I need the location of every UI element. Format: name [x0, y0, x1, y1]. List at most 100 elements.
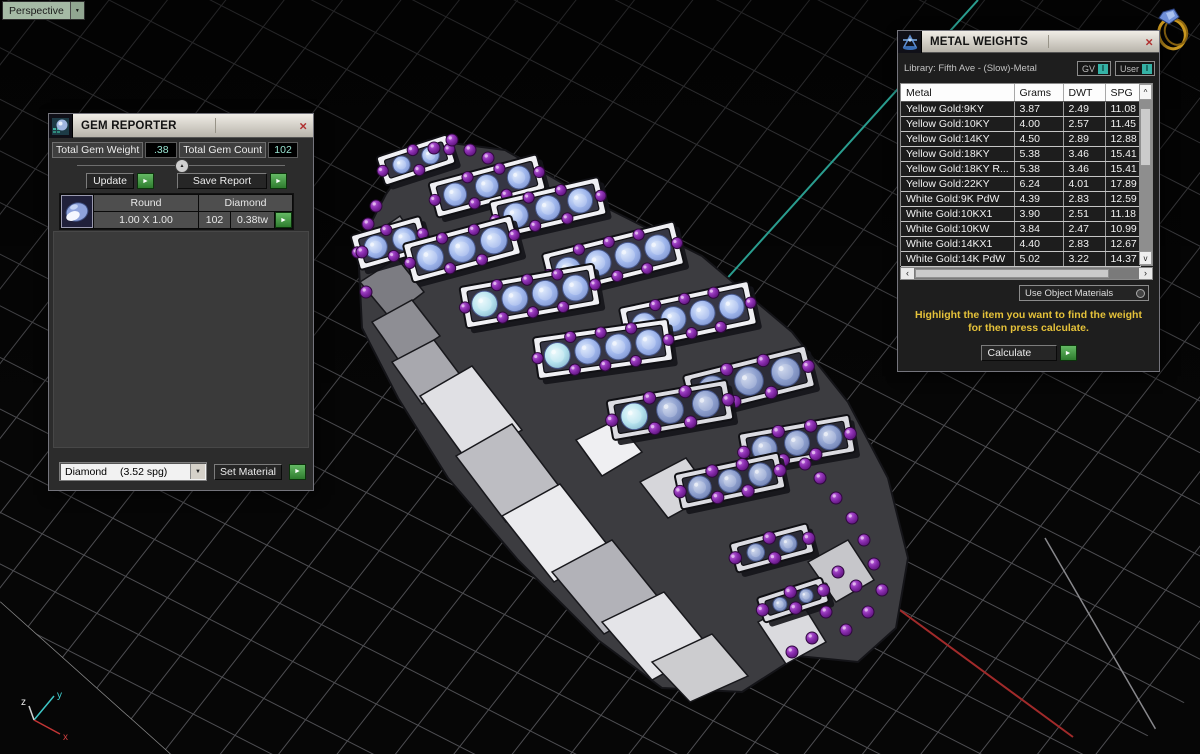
use-object-materials-label: Use Object Materials	[1025, 287, 1114, 299]
gem-size-cell: 1.00 X 1.00	[94, 212, 198, 228]
viewport[interactable]: Perspective ▼ y x z GEM REPORTER × Total…	[0, 0, 1200, 754]
cell-spg: 11.18	[1105, 206, 1141, 222]
update-run-icon[interactable]: ►	[137, 173, 154, 189]
panel-title: METAL WEIGHTS	[930, 35, 1029, 48]
close-icon[interactable]: ×	[299, 119, 307, 132]
cell-spg: 14.37	[1105, 251, 1141, 267]
save-report-run-icon[interactable]: ►	[270, 173, 287, 189]
collapse-handle[interactable]: ▲	[175, 159, 189, 173]
gv-toggle-indicator: I	[1097, 63, 1108, 74]
cell-spg: 17.89	[1105, 176, 1141, 192]
total-gem-weight-label: Total Gem Weight	[52, 142, 144, 158]
gem-reporter-titlebar[interactable]: GEM REPORTER ×	[49, 114, 313, 138]
col-spg: SPG	[1105, 84, 1141, 102]
vertical-scroll-track[interactable]	[1139, 100, 1152, 251]
close-icon[interactable]: ×	[1145, 35, 1153, 48]
cell-metal: Yellow Gold:10KY	[901, 116, 1015, 132]
gem-thumbnail	[61, 195, 93, 228]
horizontal-scrollbar[interactable]: ‹ ›	[900, 267, 1153, 280]
update-button[interactable]: Update	[86, 173, 134, 189]
cell-grams: 3.84	[1014, 221, 1064, 237]
axis-x-label: x	[63, 732, 68, 743]
total-gem-weight-value: .38	[145, 142, 178, 158]
table-row[interactable]: Yellow Gold:18KY R... 5.38 3.46 15.41	[901, 161, 1141, 177]
metal-weights-panel: METAL WEIGHTS × Library: Fifth Ave - (Sl…	[897, 30, 1160, 372]
table-row[interactable]: White Gold:10KX1 3.90 2.51 11.18	[901, 206, 1141, 222]
axis-x-line	[33, 719, 61, 735]
calculate-button[interactable]: Calculate	[980, 345, 1057, 361]
gem-row-run-icon[interactable]: ►	[275, 212, 292, 228]
material-dropdown-spg: (3.52 spg)	[120, 465, 168, 478]
cell-dwt: 3.46	[1063, 146, 1106, 162]
table-row[interactable]: Yellow Gold:14KY 4.50 2.89 12.88	[901, 131, 1141, 147]
cell-metal: Yellow Gold:18KY	[901, 146, 1015, 162]
dropdown-arrow-icon[interactable]: ▼	[190, 464, 205, 479]
scroll-up-icon[interactable]: ^	[1139, 84, 1152, 100]
cell-spg: 11.08	[1105, 101, 1141, 117]
user-toggle[interactable]: User I	[1114, 61, 1155, 76]
scroll-left-icon[interactable]: ‹	[901, 268, 914, 279]
cell-dwt: 2.57	[1063, 116, 1106, 132]
cell-spg: 11.45	[1105, 116, 1141, 132]
cell-metal: Yellow Gold:14KY	[901, 131, 1015, 147]
viewport-dropdown-icon[interactable]: ▼	[69, 2, 84, 19]
titlebar-separator	[1048, 35, 1049, 48]
metal-weights-titlebar[interactable]: METAL WEIGHTS ×	[898, 31, 1159, 53]
axis-y-label: y	[57, 690, 62, 701]
instruction-text: Highlight the item you want to find the …	[898, 309, 1159, 335]
cell-metal: Yellow Gold:9KY	[901, 101, 1015, 117]
col-dwt: DWT	[1063, 84, 1106, 102]
table-row[interactable]: White Gold:14K PdW 5.02 3.22 14.37	[901, 251, 1141, 267]
user-toggle-label: User	[1119, 63, 1139, 74]
set-material-run-icon[interactable]: ►	[289, 463, 306, 480]
scroll-down-icon[interactable]: v	[1139, 251, 1152, 265]
cell-spg: 12.59	[1105, 191, 1141, 207]
cell-grams: 4.00	[1014, 116, 1064, 132]
table-row[interactable]: Yellow Gold:10KY 4.00 2.57 11.45	[901, 116, 1141, 132]
gem-list-area	[53, 231, 309, 448]
cell-dwt: 2.89	[1063, 131, 1106, 147]
metal-table: Metal Grams DWT SPG Yellow Gold:9KY 3.87 2…	[900, 83, 1153, 267]
cell-grams: 6.24	[1014, 176, 1064, 192]
gem-weight-cell: 0.38tw	[231, 212, 274, 228]
object-materials-icon	[1136, 288, 1145, 298]
use-object-materials-button[interactable]: Use Object Materials	[1019, 285, 1149, 301]
panel-title: GEM REPORTER	[81, 119, 177, 132]
vertical-scroll-thumb[interactable]	[1140, 108, 1151, 166]
viewport-label: Perspective	[9, 4, 64, 17]
scroll-right-icon[interactable]: ›	[1139, 268, 1152, 279]
calculate-run-icon[interactable]: ►	[1059, 345, 1077, 361]
cell-spg: 15.41	[1105, 146, 1141, 162]
table-row[interactable]: Yellow Gold:9KY 3.87 2.49 11.08	[901, 101, 1141, 117]
cell-spg: 15.41	[1105, 161, 1141, 177]
set-material-button[interactable]: Set Material	[214, 463, 282, 480]
cell-dwt: 2.83	[1063, 236, 1106, 252]
horizontal-scroll-track[interactable]	[914, 268, 1139, 279]
save-report-button[interactable]: Save Report	[177, 173, 267, 189]
cell-dwt: 2.83	[1063, 191, 1106, 207]
gem-material-header: Diamond	[199, 195, 292, 211]
horizontal-scroll-thumb[interactable]	[915, 269, 1109, 278]
cell-dwt: 4.01	[1063, 176, 1106, 192]
metal-weights-icon	[898, 31, 922, 53]
cell-dwt: 2.47	[1063, 221, 1106, 237]
cell-metal: White Gold:9K PdW	[901, 191, 1015, 207]
table-row[interactable]: Yellow Gold:22KY 6.24 4.01 17.89	[901, 176, 1141, 192]
table-row[interactable]: White Gold:10KW 3.84 2.47 10.99	[901, 221, 1141, 237]
cell-grams: 4.50	[1014, 131, 1064, 147]
gem-row-action-cell: ►	[275, 212, 292, 228]
viewport-title-chip[interactable]: Perspective ▼	[2, 1, 85, 20]
cell-grams: 5.38	[1014, 146, 1064, 162]
cell-grams: 5.38	[1014, 161, 1064, 177]
user-toggle-indicator: I	[1142, 63, 1152, 74]
material-dropdown[interactable]: Diamond (3.52 spg) ▼	[59, 462, 207, 481]
table-row[interactable]: Yellow Gold:18KY 5.38 3.46 15.41	[901, 146, 1141, 162]
instruction-line-2: for then press calculate.	[968, 322, 1089, 334]
table-row[interactable]: White Gold:9K PdW 4.39 2.83 12.59	[901, 191, 1141, 207]
axis-z-label: z	[21, 697, 26, 708]
cell-spg: 12.88	[1105, 131, 1141, 147]
table-row[interactable]: White Gold:14KX1 4.40 2.83 12.67	[901, 236, 1141, 252]
vertical-scrollbar[interactable]: ^ v	[1139, 84, 1152, 265]
gv-toggle[interactable]: GV I	[1076, 61, 1111, 76]
col-metal: Metal	[901, 84, 1015, 102]
